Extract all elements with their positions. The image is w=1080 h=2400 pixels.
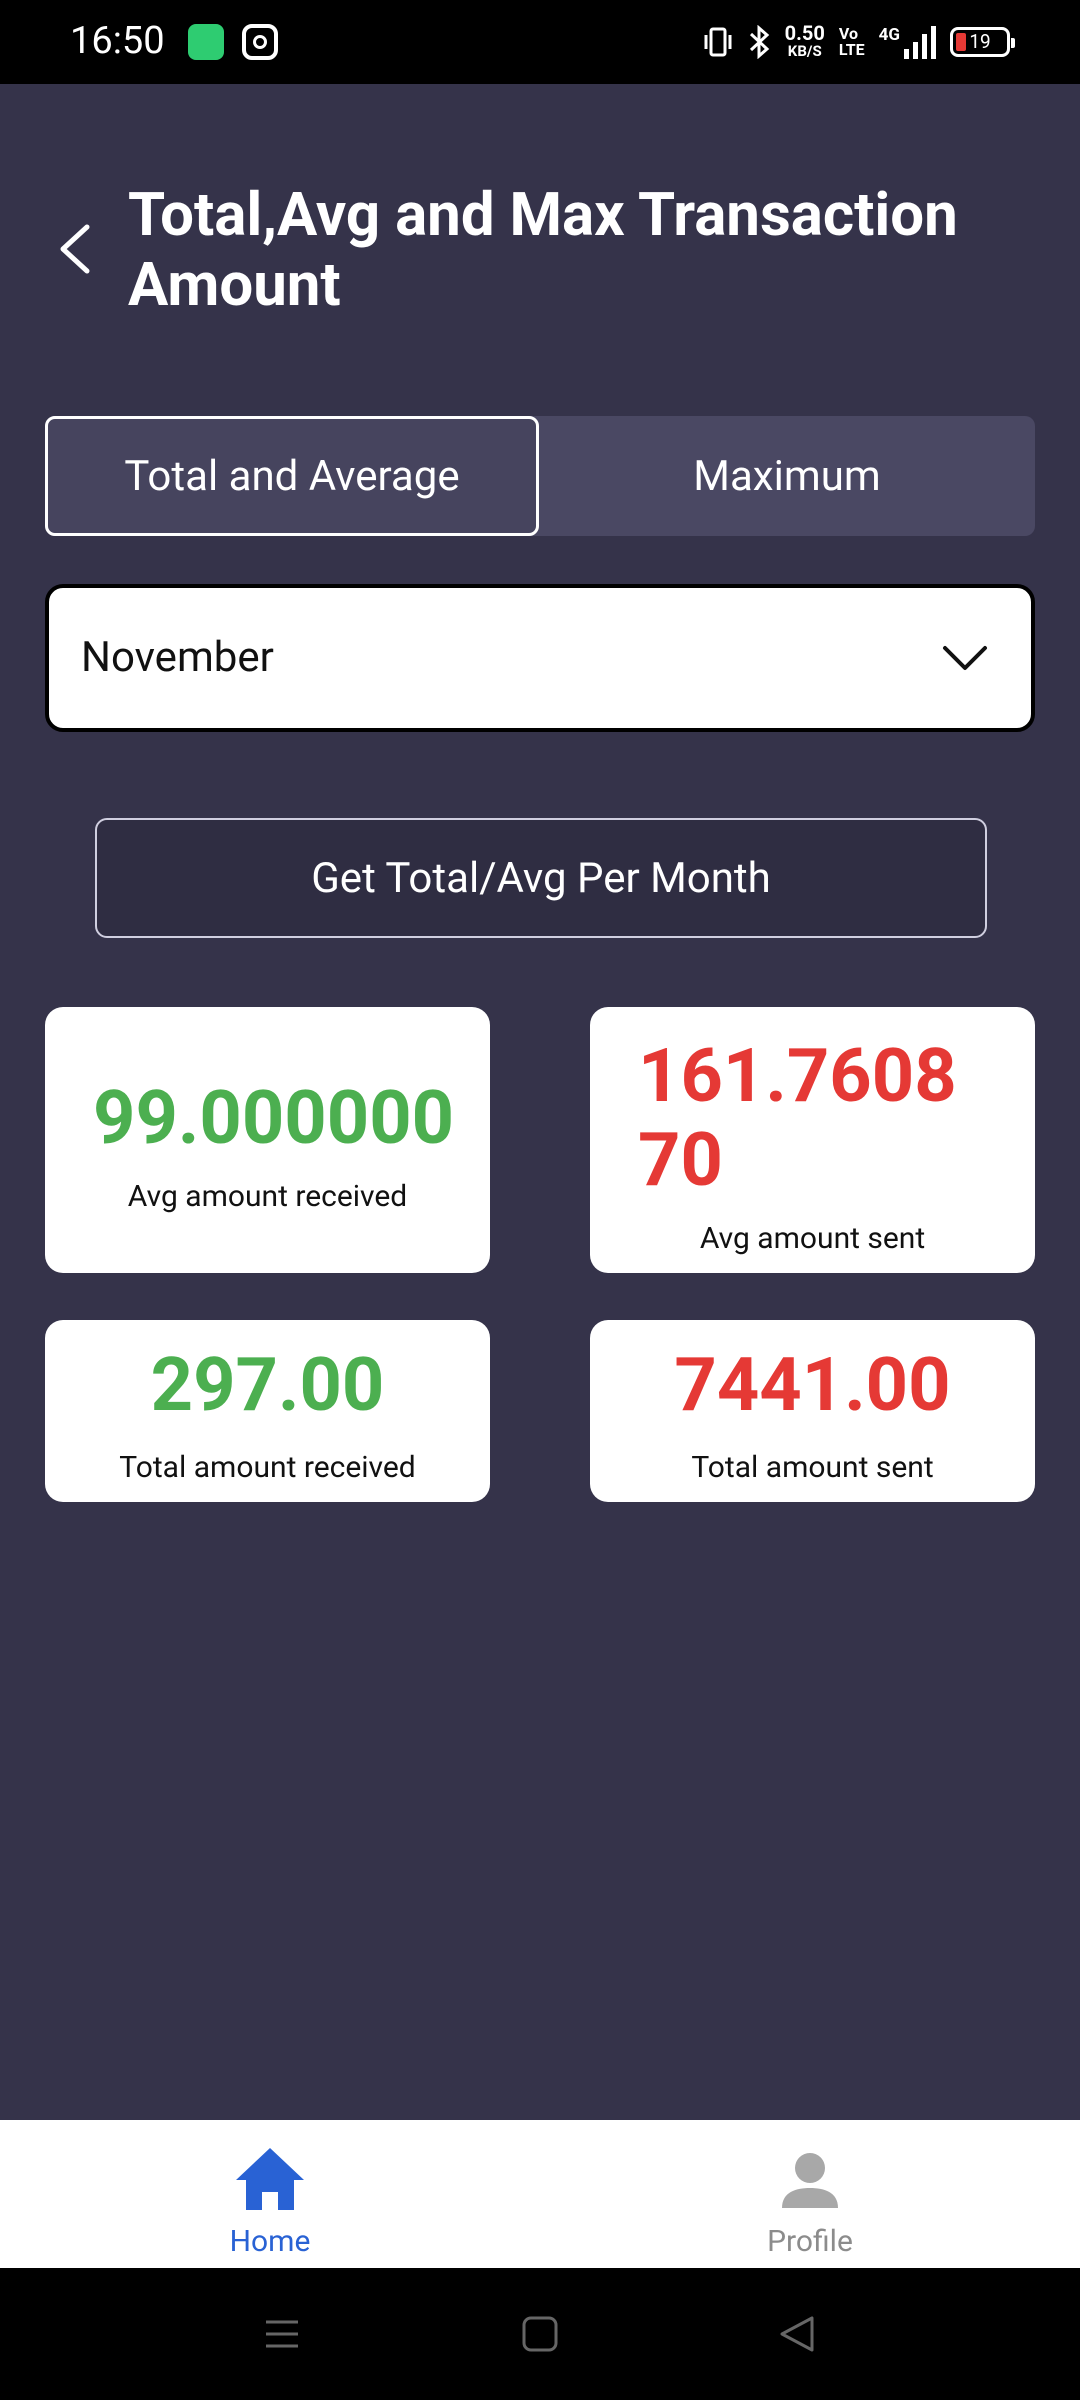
battery-level: 19 bbox=[969, 30, 991, 53]
segmented-tabs: Total and Average Maximum bbox=[45, 416, 1035, 536]
system-navigation-bar bbox=[0, 2268, 1080, 2400]
chevron-down-icon bbox=[943, 646, 987, 670]
tab-total-and-average[interactable]: Total and Average bbox=[45, 416, 539, 536]
total-sent-label: Total amount sent bbox=[691, 1450, 934, 1485]
instagram-notification-icon bbox=[242, 24, 278, 60]
nav-label-profile: Profile bbox=[767, 2224, 853, 2259]
bluetooth-icon bbox=[749, 25, 769, 59]
status-indicators: 0.50 KB/S Vo LTE 4G 19 bbox=[703, 18, 1015, 66]
volte-bottom: LTE bbox=[838, 40, 865, 59]
chevron-left-icon bbox=[60, 224, 90, 274]
month-dropdown[interactable]: November bbox=[45, 584, 1035, 732]
app-screen: Total,Avg and Max Transaction Amount Tot… bbox=[0, 84, 1080, 2120]
status-time: 16:50 bbox=[70, 19, 165, 63]
vibrate-icon bbox=[704, 27, 732, 57]
status-bar: 16:50 0.50 KB/S Vo LTE 4G 19 bbox=[0, 0, 1080, 84]
total-received-label: Total amount received bbox=[119, 1450, 416, 1485]
network-type: 4G bbox=[878, 25, 900, 45]
home-icon bbox=[236, 2148, 304, 2210]
volte-indicator: Vo LTE bbox=[839, 26, 865, 58]
total-received-card: 297.00 Total amount received bbox=[45, 1320, 490, 1502]
battery-icon: 19 bbox=[950, 27, 1015, 57]
avg-sent-value: 161.760870 bbox=[638, 1033, 957, 1204]
month-dropdown-value: November bbox=[81, 633, 274, 682]
avg-received-value: 99.000000 bbox=[93, 1075, 455, 1162]
person-icon bbox=[782, 2153, 838, 2208]
network-speed: 0.50 KB/S bbox=[784, 21, 825, 60]
get-total-avg-button[interactable]: Get Total/Avg Per Month bbox=[95, 818, 987, 938]
tab-maximum[interactable]: Maximum bbox=[539, 416, 1035, 536]
avg-received-card: 99.000000 Avg amount received bbox=[45, 1007, 490, 1273]
cellular-signal: 4G bbox=[879, 25, 936, 59]
signal-bars-icon bbox=[904, 25, 936, 59]
nav-label-home: Home bbox=[229, 2224, 311, 2259]
nav-item-profile[interactable]: Profile bbox=[540, 2120, 1080, 2268]
avg-sent-card: 161.760870 Avg amount sent bbox=[590, 1007, 1035, 1273]
avg-received-label: Avg amount received bbox=[127, 1179, 408, 1214]
bottom-navigation: Home Profile bbox=[0, 2120, 1080, 2268]
back-button[interactable] bbox=[50, 214, 100, 284]
network-speed-unit: KB/S bbox=[787, 42, 822, 60]
avg-sent-label: Avg amount sent bbox=[699, 1221, 926, 1256]
battery-saver-notification-icon bbox=[188, 24, 224, 60]
menu-icon[interactable] bbox=[254, 2306, 310, 2362]
nav-item-home[interactable]: Home bbox=[0, 2120, 540, 2268]
total-sent-value: 7441.00 bbox=[674, 1342, 951, 1429]
system-home-icon[interactable] bbox=[512, 2306, 568, 2362]
network-speed-value: 0.50 bbox=[784, 21, 825, 45]
total-sent-card: 7441.00 Total amount sent bbox=[590, 1320, 1035, 1502]
total-received-value: 297.00 bbox=[150, 1342, 385, 1429]
system-back-icon[interactable] bbox=[770, 2306, 826, 2362]
header: Total,Avg and Max Transaction Amount bbox=[0, 84, 1080, 344]
page-title: Total,Avg and Max Transaction Amount bbox=[128, 179, 958, 320]
